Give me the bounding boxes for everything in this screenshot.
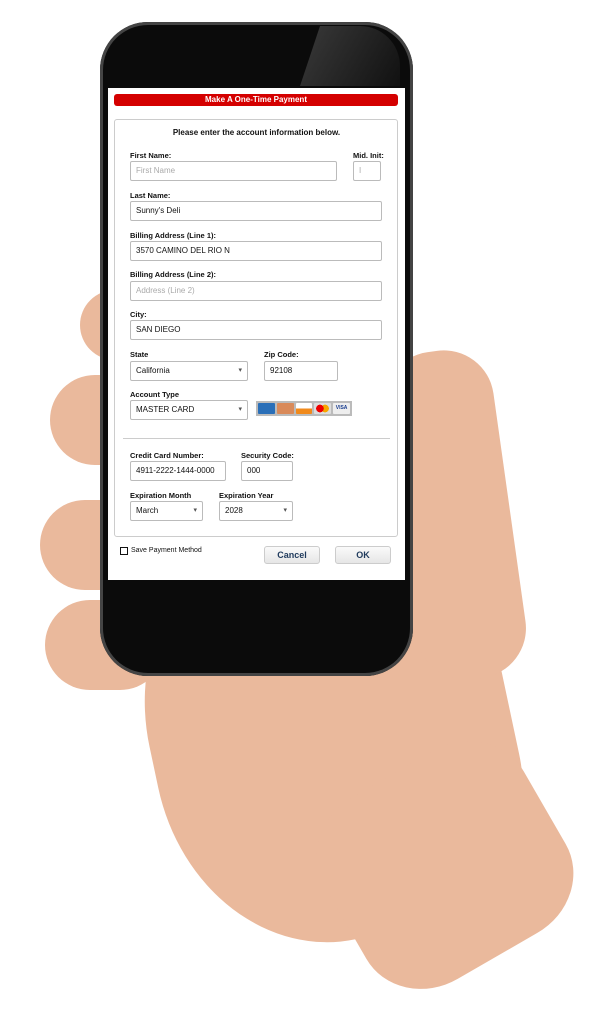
mid-init-input[interactable]: I xyxy=(353,161,381,181)
save-payment-label[interactable]: Save Payment Method xyxy=(131,547,202,554)
exp-year-label: Expiration Year xyxy=(219,491,274,500)
phone-screen: Make A One-Time Payment Please enter the… xyxy=(108,88,405,580)
discover-logo-icon xyxy=(295,403,313,414)
security-code-input[interactable]: 000 xyxy=(241,461,293,481)
state-label: State xyxy=(130,350,149,359)
cc-number-input[interactable]: 4911-2222-1444-0000 xyxy=(130,461,226,481)
mid-init-label: Mid. Init: xyxy=(353,151,384,160)
address1-label: Billing Address (Line 1): xyxy=(130,231,216,240)
last-name-label: Last Name: xyxy=(130,191,171,200)
security-code-label: Security Code: xyxy=(241,451,294,460)
mastercard-logo-icon xyxy=(314,403,332,414)
state-select[interactable]: California xyxy=(130,361,248,381)
address2-label: Billing Address (Line 2): xyxy=(130,270,216,279)
last-name-input[interactable]: Sunny's Deli xyxy=(130,201,382,221)
exp-month-label: Expiration Month xyxy=(130,491,192,500)
section-divider xyxy=(123,438,390,439)
card-logos: VISA xyxy=(256,401,352,416)
account-type-select[interactable]: MASTER CARD xyxy=(130,400,248,420)
zip-label: Zip Code: xyxy=(264,350,299,359)
state-value: California xyxy=(136,366,170,375)
city-label: City: xyxy=(130,310,147,319)
page-title: Make A One-Time Payment xyxy=(114,94,398,106)
city-input[interactable]: SAN DIEGO xyxy=(130,320,382,340)
amex-logo-icon xyxy=(258,403,275,414)
account-type-value: MASTER CARD xyxy=(136,405,195,414)
cc-number-label: Credit Card Number: xyxy=(130,451,204,460)
account-type-label: Account Type xyxy=(130,390,180,399)
echeck-logo-icon xyxy=(276,403,294,414)
instruction-text: Please enter the account information bel… xyxy=(172,128,341,137)
visa-logo-icon: VISA xyxy=(333,403,350,414)
save-payment-checkbox[interactable] xyxy=(120,547,128,555)
exp-month-value: March xyxy=(136,506,159,515)
exp-year-value: 2028 xyxy=(225,506,243,515)
ok-button[interactable]: OK xyxy=(335,546,391,564)
first-name-label: First Name: xyxy=(130,151,172,160)
address2-input[interactable]: Address (Line 2) xyxy=(130,281,382,301)
exp-year-select[interactable]: 2028 xyxy=(219,501,293,521)
cancel-button[interactable]: Cancel xyxy=(264,546,320,564)
first-name-input[interactable]: First Name xyxy=(130,161,337,181)
zip-input[interactable]: 92108 xyxy=(264,361,338,381)
address1-input[interactable]: 3570 CAMINO DEL RIO N xyxy=(130,241,382,261)
exp-month-select[interactable]: March xyxy=(130,501,203,521)
